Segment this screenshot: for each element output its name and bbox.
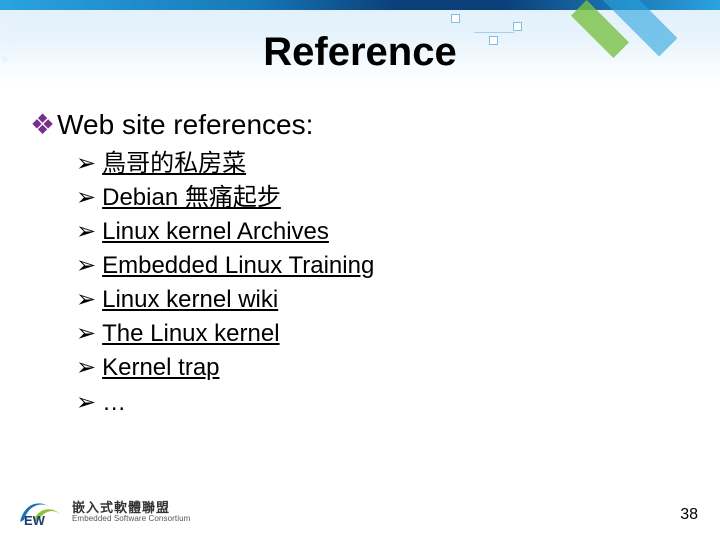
slide-body: ❖Web site references: ➢鳥哥的私房菜 ➢Debian 無痛… <box>30 108 690 420</box>
list-item: ➢Linux kernel wiki <box>76 283 690 317</box>
arrow-icon: ➢ <box>76 389 96 416</box>
arrow-icon: ➢ <box>76 320 96 347</box>
list-item: ➢The Linux kernel <box>76 317 690 351</box>
page-number: 38 <box>680 506 698 524</box>
arrow-icon: ➢ <box>76 184 96 211</box>
arrow-icon: ➢ <box>76 252 96 279</box>
reference-link[interactable]: Linux kernel wiki <box>102 286 278 313</box>
reference-link[interactable]: Debian 無痛起步 <box>102 184 281 211</box>
list-item: ➢鳥哥的私房菜 <box>76 147 690 181</box>
section-heading: ❖Web site references: <box>30 108 690 141</box>
reference-link[interactable]: Linux kernel Archives <box>102 218 329 245</box>
list-item: ➢Embedded Linux Training <box>76 249 690 283</box>
logo-text-zh: 嵌入式軟體聯盟 <box>72 501 190 515</box>
arrow-icon: ➢ <box>76 218 96 245</box>
arrow-icon: ➢ <box>76 354 96 381</box>
arrow-icon: ➢ <box>76 150 96 177</box>
list-item: ➢Debian 無痛起步 <box>76 181 690 215</box>
svg-text:EW: EW <box>24 513 46 528</box>
logo-text-en: Embedded Software Consortium <box>72 515 190 523</box>
reference-link[interactable]: Kernel trap <box>102 354 219 381</box>
decor-square <box>451 14 460 23</box>
logo-mark-icon: EW <box>18 496 64 528</box>
diamond-bullet-icon: ❖ <box>30 109 55 140</box>
arrow-icon: ➢ <box>76 286 96 313</box>
reference-link[interactable]: Embedded Linux Training <box>102 252 374 279</box>
list-item: ➢… <box>76 386 690 420</box>
list-item-text: … <box>102 389 126 416</box>
logo-text: 嵌入式軟體聯盟 Embedded Software Consortium <box>72 501 190 523</box>
slide-title: Reference <box>0 30 720 75</box>
reference-link[interactable]: 鳥哥的私房菜 <box>102 150 246 177</box>
footer-logo: EW 嵌入式軟體聯盟 Embedded Software Consortium <box>18 496 190 528</box>
list-item: ➢Kernel trap <box>76 351 690 385</box>
reference-list: ➢鳥哥的私房菜 ➢Debian 無痛起步 ➢Linux kernel Archi… <box>76 147 690 420</box>
decor-dot <box>4 20 10 26</box>
section-heading-text: Web site references: <box>57 109 313 140</box>
list-item: ➢Linux kernel Archives <box>76 215 690 249</box>
reference-link[interactable]: The Linux kernel <box>102 320 279 347</box>
